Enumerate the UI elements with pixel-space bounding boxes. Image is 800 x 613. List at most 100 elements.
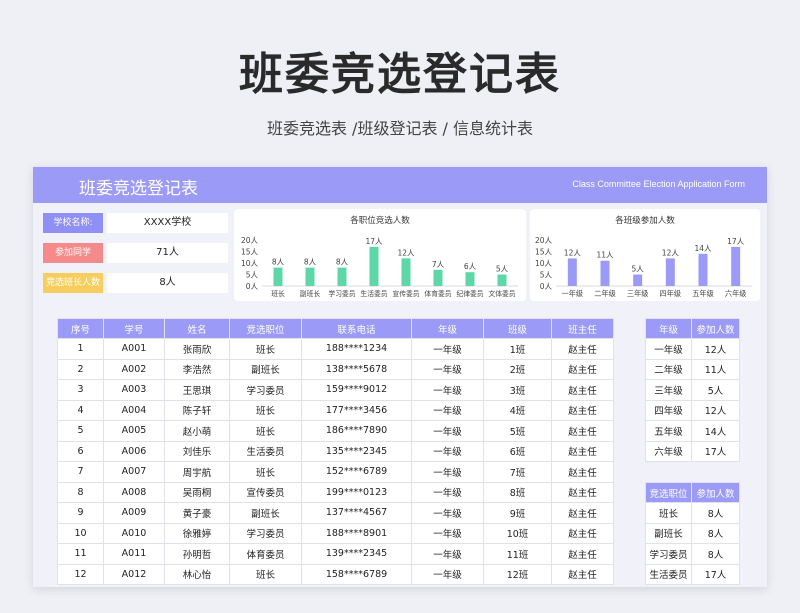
table-cell: A011 — [103, 543, 165, 565]
table-cell: 1班 — [483, 338, 552, 360]
table-cell: 17人 — [691, 440, 740, 462]
table-cell: 6班 — [483, 440, 552, 462]
table-cell: 186****7890 — [301, 420, 412, 442]
table-cell: A002 — [103, 358, 165, 380]
table-cell: 赵主任 — [551, 420, 614, 442]
category-label: 二年级 — [594, 289, 616, 298]
data-label: 11人 — [596, 251, 614, 260]
bar — [497, 274, 507, 286]
data-label: 8人 — [304, 258, 317, 267]
table-row: 四年级 12人 — [645, 399, 740, 421]
table-cell: 8人 — [691, 502, 740, 524]
table-cell: 六年级 — [645, 440, 692, 462]
category-label: 班长 — [271, 289, 285, 298]
data-label: 17人 — [727, 237, 745, 246]
table-cell: 188****1234 — [301, 338, 412, 360]
category-label: 五年级 — [692, 289, 714, 298]
data-label: 8人 — [336, 258, 349, 267]
table-cell: 4班 — [483, 399, 552, 421]
table-row: 二年级 11人 — [645, 358, 740, 380]
chart-title: 各班级参加人数 — [615, 215, 675, 226]
table-cell: 一年级 — [411, 440, 484, 462]
table-cell: 8 — [57, 481, 104, 503]
column-header: 参加人数 — [691, 318, 740, 339]
table-row: 2 A002 李浩然 副班长 138****5678 一年级 2班 赵主任 — [57, 358, 614, 380]
data-label: 8人 — [272, 258, 285, 267]
y-tick-label: 10人 — [241, 259, 259, 268]
table-cell: 班长 — [645, 502, 692, 524]
table-cell: 体育委员 — [229, 543, 302, 565]
table-row: 5 A005 赵小萌 班长 186****7890 一年级 5班 赵主任 — [57, 420, 614, 442]
table-header-row: 年级 参加人数 — [645, 318, 740, 339]
y-tick-label: 0人 — [246, 282, 259, 291]
table-row: 1 A001 张雨欣 班长 188****1234 一年级 1班 赵主任 — [57, 338, 614, 360]
table-cell: 11人 — [691, 358, 740, 380]
table-cell: 199****0123 — [301, 481, 412, 503]
table-cell: 5班 — [483, 420, 552, 442]
table-cell: 生活委员 — [229, 440, 302, 462]
data-label: 5人 — [496, 265, 509, 274]
y-tick-label: 0人 — [540, 282, 553, 291]
sheet-banner: 班委竞选登记表 Class Committee Election Applica… — [33, 167, 767, 203]
table-cell: 三年级 — [645, 379, 692, 401]
column-header: 班主任 — [551, 318, 614, 339]
table-cell: A012 — [103, 563, 165, 585]
category-label: 文体委员 — [488, 289, 515, 298]
table-cell: 7班 — [483, 461, 552, 483]
column-header: 姓名 — [164, 318, 230, 339]
table-cell: A009 — [103, 502, 165, 524]
bar — [305, 267, 315, 286]
category-label: 体育委员 — [424, 289, 451, 298]
table-cell: 副班长 — [229, 358, 302, 380]
table-cell: 副班长 — [229, 502, 302, 524]
grade-summary-table: 年级 参加人数 一年级 12人 二年级 11人 三年级 5人 四年级 12人 五年级 14人 六年级 1… — [645, 318, 740, 462]
table-cell: A004 — [103, 399, 165, 421]
table-cell: A003 — [103, 379, 165, 401]
category-label: 生活委员 — [360, 289, 387, 298]
sheet-subtitle-en: Class Committee Election Application For… — [572, 179, 745, 189]
info-label: 参加同学 — [43, 243, 103, 263]
table-cell: 11班 — [483, 543, 552, 565]
table-row: 五年级 14人 — [645, 420, 740, 442]
chart-title: 各职位竞选人数 — [350, 215, 410, 226]
column-header: 序号 — [57, 318, 104, 339]
data-label: 14人 — [694, 244, 712, 253]
table-cell: 一年级 — [411, 420, 484, 442]
table-cell: 班长 — [229, 399, 302, 421]
table-cell: 137****4567 — [301, 502, 412, 524]
bar — [273, 267, 283, 286]
info-row-monitor-candidates: 竞选班长人数 8人 — [43, 273, 228, 293]
table-cell: 一年级 — [411, 522, 484, 544]
table-cell: 一年级 — [411, 338, 484, 360]
table-row: 6 A006 刘佳乐 生活委员 135****2345 一年级 6班 赵主任 — [57, 440, 614, 462]
table-cell: 班长 — [229, 338, 302, 360]
table-cell: 135****2345 — [301, 440, 412, 462]
y-tick-label: 20人 — [241, 236, 259, 245]
bar — [433, 269, 443, 286]
table-cell: 赵小萌 — [164, 420, 230, 442]
bar — [600, 260, 610, 286]
data-label: 5人 — [632, 265, 645, 274]
table-cell: 一年级 — [645, 338, 692, 360]
position-bar-chart: 各职位竞选人数 0人 5人 10人 15人 20人 8人班长 8人副班长 8人学习委员 17人生活… — [241, 215, 518, 298]
table-row: 4 A004 陈子轩 班长 177****3456 一年级 4班 赵主任 — [57, 399, 614, 421]
table-cell: 黄子豪 — [164, 502, 230, 524]
table-cell: 158****6789 — [301, 563, 412, 585]
table-cell: 赵主任 — [551, 543, 614, 565]
y-tick-label: 5人 — [246, 271, 259, 280]
table-cell: 宣传委员 — [229, 481, 302, 503]
data-label: 7人 — [432, 260, 445, 269]
table-cell: 一年级 — [411, 563, 484, 585]
table-cell: 班长 — [229, 563, 302, 585]
category-label: 六年级 — [725, 289, 747, 298]
table-cell: 赵主任 — [551, 522, 614, 544]
table-row: 3 A003 王思琪 学习委员 159****9012 一年级 3班 赵主任 — [57, 379, 614, 401]
table-cell: 12人 — [691, 399, 740, 421]
table-cell: 10 — [57, 522, 104, 544]
table-row: 班长 8人 — [645, 502, 740, 524]
info-row-school: 学校名称: XXXX学校 — [43, 213, 228, 233]
table-cell: 赵主任 — [551, 399, 614, 421]
y-tick-label: 5人 — [540, 271, 553, 280]
table-cell: 一年级 — [411, 543, 484, 565]
category-label: 宣传委员 — [392, 289, 419, 298]
